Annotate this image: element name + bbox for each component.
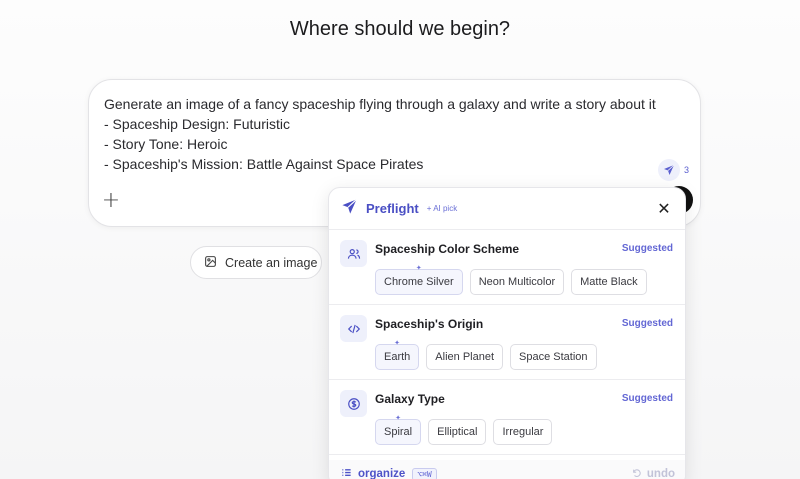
list-icon — [341, 465, 352, 479]
suggested-tag: Suggested — [621, 393, 673, 404]
undo-button[interactable]: undo — [632, 468, 675, 479]
preflight-panel: Preflight + AI pick ✕ Spaceship Color Sc… — [328, 187, 686, 479]
undo-icon — [632, 468, 642, 479]
image-icon — [204, 255, 217, 271]
paper-plane-icon — [658, 159, 680, 181]
option-label: Chrome Silver — [384, 276, 454, 288]
option-chip[interactable]: Matte Black — [571, 269, 647, 295]
organize-shortcut: ⌥⌘W — [412, 467, 437, 479]
undo-label: undo — [646, 468, 675, 479]
option-chip[interactable]: Neon Multicolor — [469, 269, 565, 295]
section-galaxy-type: Galaxy Type Suggested ✦ Spiral Elliptical… — [329, 380, 685, 455]
section-origin: Spaceship's Origin Suggested ✦ Earth Alie… — [329, 305, 685, 380]
section-color-scheme: Spaceship Color Scheme Suggested ✦ Chrome… — [329, 230, 685, 305]
create-image-button[interactable]: Create an image — [190, 246, 322, 279]
dollar-circle-icon — [340, 390, 367, 417]
close-icon[interactable]: ✕ — [655, 199, 673, 218]
create-image-label: Create an image — [225, 255, 318, 270]
users-icon — [340, 240, 367, 267]
organize-button[interactable]: organize — [358, 468, 405, 479]
paper-plane-icon — [341, 198, 358, 220]
prompt-line: - Spaceship's Mission: Battle Against Sp… — [104, 156, 424, 172]
option-chip[interactable]: ✦ Earth — [375, 340, 420, 370]
option-chip[interactable]: Alien Planet — [426, 344, 504, 370]
option-label: Earth — [384, 351, 411, 363]
plus-icon: + — [101, 188, 121, 213]
preflight-count: 3 — [684, 165, 690, 175]
option-chip[interactable]: ✦ Spiral — [375, 415, 422, 445]
option-label: Elliptical — [437, 426, 478, 438]
section-title: Spaceship's Origin — [375, 317, 484, 331]
sparkle-icon: ✦ — [395, 415, 401, 422]
preflight-header: Preflight + AI pick ✕ — [329, 188, 685, 230]
option-label: Alien Planet — [435, 351, 495, 363]
preflight-footer: organize ⌥⌘W undo — [329, 460, 685, 479]
prompt-line: - Spaceship Design: Futuristic — [104, 116, 290, 132]
option-label: Spiral — [384, 426, 413, 438]
add-attachment-button[interactable]: + — [101, 188, 121, 213]
option-label: Matte Black — [580, 276, 638, 288]
prompt-line: - Story Tone: Heroic — [104, 136, 228, 152]
section-title: Spaceship Color Scheme — [375, 242, 520, 256]
preflight-title: Preflight — [366, 201, 419, 216]
option-chip[interactable]: ✦ Chrome Silver — [375, 265, 463, 295]
preflight-badge[interactable]: 3 — [658, 159, 690, 181]
code-icon — [340, 315, 367, 342]
section-title: Galaxy Type — [375, 392, 445, 406]
page-heading: Where should we begin? — [289, 18, 511, 40]
option-label: Space Station — [519, 351, 588, 363]
suggested-tag: Suggested — [621, 243, 673, 254]
prompt-text[interactable]: Generate an image of a fancy spaceship f… — [104, 94, 656, 174]
ai-pick-badge: + AI pick — [426, 204, 458, 213]
option-chip[interactable]: Elliptical — [428, 419, 487, 445]
option-chip[interactable]: Space Station — [510, 344, 597, 370]
option-label: Neon Multicolor — [478, 276, 556, 288]
option-chip[interactable]: Irregular — [493, 419, 553, 445]
sparkle-icon: ✦ — [394, 340, 401, 347]
suggested-tag: Suggested — [621, 318, 673, 329]
prompt-line: Generate an image of a fancy spaceship f… — [104, 96, 656, 112]
option-label: Irregular — [502, 426, 544, 438]
sparkle-icon: ✦ — [415, 265, 422, 272]
